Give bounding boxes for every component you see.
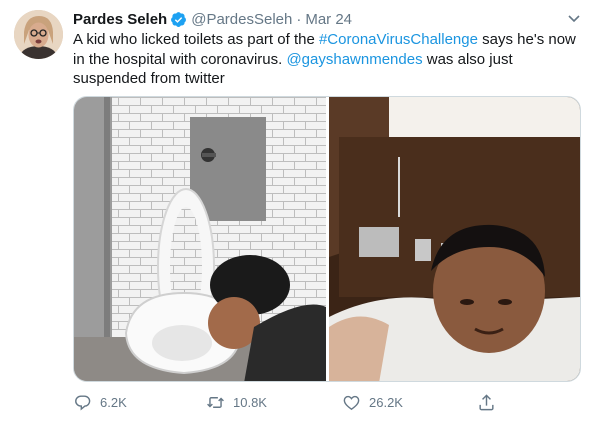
retweet-button[interactable]: 10.8K [206,393,267,412]
header-separator: · [296,10,302,28]
tweet-card[interactable]: Pardes Seleh @PardesSeleh · Mar 24 A kid… [0,0,596,425]
like-button[interactable]: 26.2K [342,393,403,412]
tweet-date[interactable]: Mar 24 [305,11,352,28]
author-name[interactable]: Pardes Seleh [73,11,167,28]
retweet-count: 10.8K [233,395,267,410]
tweet-header: Pardes Seleh @PardesSeleh · Mar 24 [73,9,352,29]
share-icon [479,394,494,411]
tweet-text-part: A kid who licked toilets as part of the [73,31,319,48]
mention-link[interactable]: @gayshawnmendes [286,51,422,68]
avatar[interactable] [14,10,63,59]
reply-count: 6.2K [100,395,127,410]
tweet-actions: 6.2K 10.8K 26.2K [73,393,503,415]
media-grid [73,96,581,382]
tweet-text: A kid who licked toilets as part of the … [73,30,579,89]
heart-icon [343,395,360,411]
reply-icon [75,395,91,411]
verified-badge-icon [170,11,187,28]
hospital-photo[interactable] [329,97,580,381]
hashtag-link[interactable]: #CoronaVirusChallenge [319,31,478,48]
share-button[interactable] [477,393,504,412]
toilet-photo[interactable] [74,97,326,381]
chevron-down-icon[interactable] [566,10,582,26]
author-handle[interactable]: @PardesSeleh [191,11,292,28]
retweet-icon [207,397,224,408]
like-count: 26.2K [369,395,403,410]
reply-button[interactable]: 6.2K [73,393,127,412]
